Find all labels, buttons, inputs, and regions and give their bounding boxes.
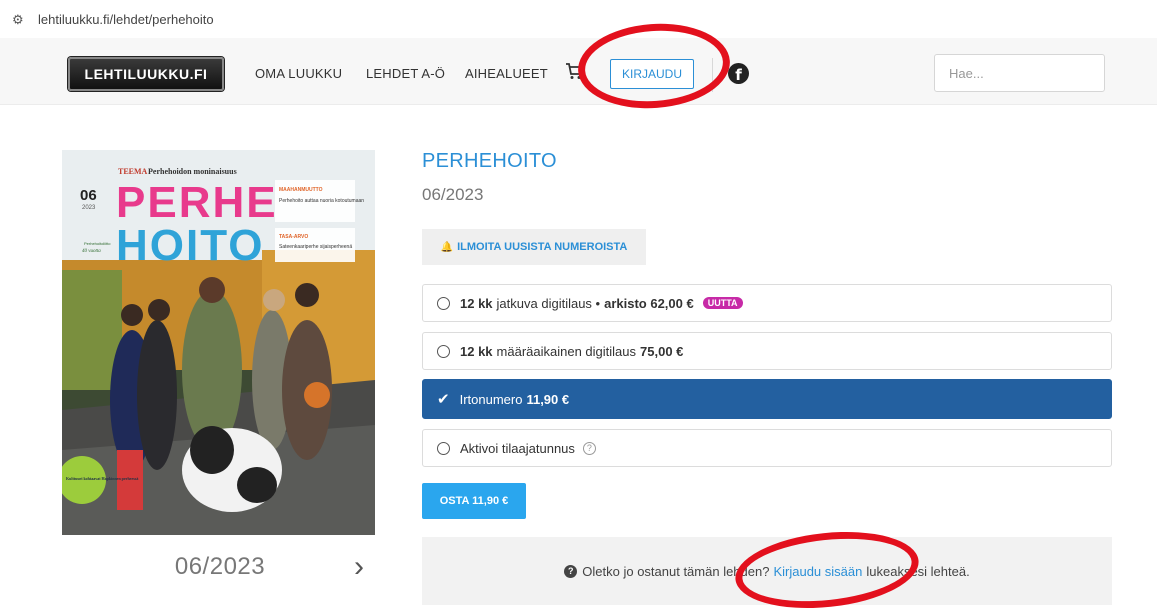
cover-theme-label: TEEMA <box>118 167 148 176</box>
nav-aihealueet[interactable]: AIHEALUEET <box>465 66 548 81</box>
radio-icon[interactable] <box>437 441 450 455</box>
option-price: 11,90 € <box>526 391 570 407</box>
cover-issue-number: 06 <box>80 187 97 204</box>
option-text: Aktivoi tilaajatunnus <box>460 440 575 456</box>
address-bar[interactable]: ⚙ lehtiluukku.fi/lehdet/perhehoito <box>0 0 1157 38</box>
option-single-issue[interactable]: ✔ Irtonumero 11,90 € <box>422 379 1112 419</box>
cover-theme-text: Perhehoidon moninaisuus <box>148 167 237 176</box>
option-price: 75,00 € <box>640 343 684 359</box>
new-badge: UUTTA <box>702 297 743 309</box>
buy-button[interactable]: OSTA 11,90 € <box>422 483 526 519</box>
option-period: 12 kk <box>460 295 493 311</box>
cover-issue-caption: 06/2023 <box>174 553 266 580</box>
question-icon: ? <box>564 564 578 578</box>
site-settings-icon[interactable]: ⚙ <box>12 12 28 27</box>
product-title: PERHEHOITO <box>422 150 557 172</box>
cover-publisher-years: 40 vuotta <box>82 249 101 254</box>
option-text: Irtonumero <box>459 391 523 407</box>
option-fixed-subscription[interactable]: 12 kk määräaikainen digitilaus 75,00 € <box>422 332 1112 370</box>
option-text: määräaikainen digitilaus <box>496 343 637 359</box>
notify-button[interactable]: 🔔 ILMOITA UUSISTA NUMEROISTA <box>422 229 646 265</box>
cover-sticker-text: Kulttuuri kohtaavat Hapkinnen perheessä <box>66 476 138 481</box>
facebook-icon[interactable]: f <box>728 63 749 84</box>
cover-box1-text: Perhehoito auttaa nuoria kotoutumaan <box>279 198 364 204</box>
option-text: jatkuva digitilaus • <box>496 295 601 311</box>
magazine-cover[interactable]: TEEMA Perhehoidon moninaisuus 06 2023 Pe… <box>62 150 375 535</box>
checkmark-icon: ✔ <box>437 391 450 408</box>
option-price: arkisto 62,00 € <box>604 295 694 311</box>
cover-publisher: Perhehoitoliitto <box>84 241 111 246</box>
help-icon[interactable]: ? <box>582 441 596 455</box>
product-issue: 06/2023 <box>422 185 484 204</box>
cover-issue-year: 2023 <box>82 205 96 211</box>
cover-masthead-line2: HOITO <box>116 221 265 270</box>
cover-box2-text: Sateenkaariperhe sijaisperheenä <box>279 244 352 250</box>
cover-masthead-line1: PERHE <box>116 178 278 227</box>
nav-oma-luukku[interactable]: OMA LUUKKU <box>255 66 342 81</box>
nav-lehdet[interactable]: LEHDET A-Ö <box>366 66 445 81</box>
radio-icon[interactable] <box>437 344 450 358</box>
notify-label: ILMOITA UUSISTA NUMEROISTA <box>457 241 628 253</box>
option-continuous-subscription[interactable]: 12 kk jatkuva digitilaus • arkisto 62,00… <box>422 284 1112 322</box>
cover-box2-title: TASA-ARVO <box>279 234 308 240</box>
chevron-right-icon[interactable]: › <box>354 550 364 584</box>
url-text: lehtiluukku.fi/lehdet/perhehoito <box>38 11 214 27</box>
option-activate-subscriber-id[interactable]: Aktivoi tilaajatunnus ? <box>422 429 1112 467</box>
site-logo[interactable]: LEHTILUUKKU.FI <box>68 57 224 91</box>
radio-icon[interactable] <box>437 296 450 310</box>
bell-icon: 🔔 <box>440 241 454 253</box>
cover-box1-title: MAAHANMUUTTO <box>279 187 323 193</box>
search-input[interactable] <box>934 54 1105 92</box>
option-period: 12 kk <box>460 343 493 359</box>
